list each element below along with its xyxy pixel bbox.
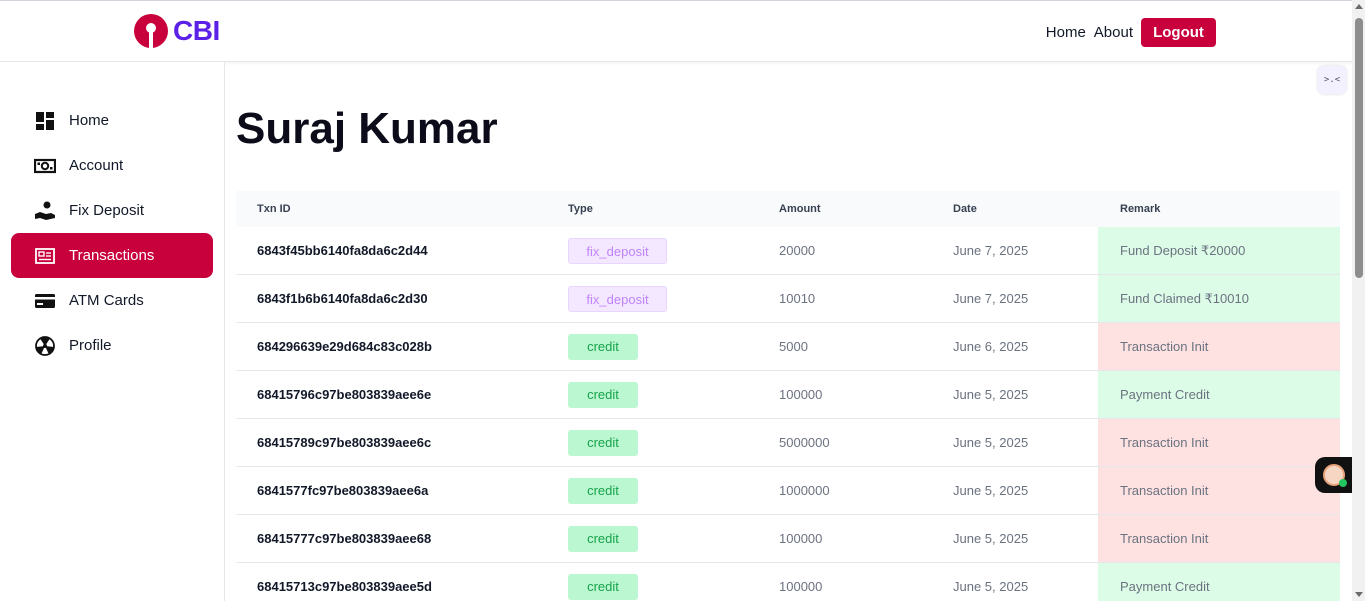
table-row: 68415713c97be803839aee5d credit 100000 J… xyxy=(236,563,1340,601)
column-header-remark: Remark xyxy=(1120,203,1161,215)
page-scrollbar[interactable] xyxy=(1352,0,1365,601)
table-row: 68415777c97be803839aee68 credit 100000 J… xyxy=(236,515,1340,563)
type-badge: credit xyxy=(568,477,638,504)
logout-button[interactable]: Logout xyxy=(1141,18,1216,47)
cbi-logo[interactable]: CBI xyxy=(134,14,220,48)
date-cell: June 7, 2025 xyxy=(953,243,1029,258)
sidebar: Home Account Fix Deposit Transactions AT… xyxy=(0,62,225,601)
scroll-down-arrow-icon[interactable] xyxy=(1355,592,1363,597)
credit-card-icon xyxy=(33,289,57,313)
top-navbar: CBI Home About Logout xyxy=(0,0,1352,62)
date-cell: June 5, 2025 xyxy=(953,483,1029,498)
date-cell: June 7, 2025 xyxy=(953,291,1029,306)
type-badge: fix_deposit xyxy=(568,237,667,264)
table-row: 68415796c97be803839aee6e credit 100000 J… xyxy=(236,371,1340,419)
sidebar-item-account[interactable]: Account xyxy=(11,143,213,188)
amount-cell: 10010 xyxy=(779,291,816,306)
type-badge: credit xyxy=(568,381,638,408)
transactions-table: Txn ID Type Amount Date Remark 6843f45bb… xyxy=(236,191,1340,601)
sidebar-item-label: Profile xyxy=(69,337,112,354)
amount-cell: 5000 xyxy=(779,339,808,354)
amount-cell: 1000000 xyxy=(779,483,830,498)
chat-widget-button[interactable] xyxy=(1315,457,1353,493)
sidebar-item-transactions[interactable]: Transactions xyxy=(11,233,213,278)
date-cell: June 5, 2025 xyxy=(953,531,1029,546)
sidebar-item-label: Fix Deposit xyxy=(69,202,145,219)
online-status-icon xyxy=(1339,479,1347,487)
dashboard-icon xyxy=(33,109,57,133)
remark-cell: Transaction Init xyxy=(1098,323,1340,370)
scrollbar-thumb[interactable] xyxy=(1355,18,1363,278)
remark-cell: Transaction Init xyxy=(1098,419,1340,466)
profile-icon xyxy=(33,334,57,358)
scroll-up-arrow-icon[interactable] xyxy=(1355,4,1363,9)
date-cell: June 6, 2025 xyxy=(953,339,1029,354)
remark-cell: Fund Claimed ₹10010 xyxy=(1098,275,1340,322)
table-row: 68415789c97be803839aee6c credit 5000000 … xyxy=(236,419,1340,467)
type-badge: credit xyxy=(568,525,638,552)
sidebar-item-atm-cards[interactable]: ATM Cards xyxy=(11,278,213,323)
receipt-icon xyxy=(33,244,57,268)
table-row: 684296639e29d684c83c028b credit 5000 Jun… xyxy=(236,323,1340,371)
amount-cell: 5000000 xyxy=(779,435,830,450)
hand-coin-icon xyxy=(33,199,57,223)
table-header: Txn ID Type Amount Date Remark xyxy=(236,191,1340,227)
date-cell: June 5, 2025 xyxy=(953,579,1029,594)
nav-about-link[interactable]: About xyxy=(1094,24,1133,41)
type-badge: fix_deposit xyxy=(568,285,667,312)
remark-cell: Fund Deposit ₹20000 xyxy=(1098,227,1340,274)
type-badge: credit xyxy=(568,573,638,600)
txn-id-cell: 6843f45bb6140fa8da6c2d44 xyxy=(257,243,428,258)
extension-toggle-button[interactable]: >.< xyxy=(1318,66,1346,94)
logo-text: CBI xyxy=(173,15,220,46)
bank-logo-icon xyxy=(134,14,168,48)
nav-home-link[interactable]: Home xyxy=(1046,24,1086,41)
remark-cell: Payment Credit xyxy=(1098,563,1340,601)
cash-icon xyxy=(33,154,57,178)
chat-avatar-icon xyxy=(1323,464,1347,487)
remark-cell: Transaction Init xyxy=(1098,515,1340,562)
date-cell: June 5, 2025 xyxy=(953,387,1029,402)
sidebar-item-label: Account xyxy=(69,157,124,174)
column-header-date: Date xyxy=(953,203,977,215)
sidebar-item-label: Home xyxy=(69,112,110,129)
type-badge: credit xyxy=(568,429,638,456)
sidebar-item-label: Transactions xyxy=(69,247,155,264)
amount-cell: 100000 xyxy=(779,531,823,546)
txn-id-cell: 68415789c97be803839aee6c xyxy=(257,435,432,450)
column-header-amount: Amount xyxy=(779,203,821,215)
table-row: 6841577fc97be803839aee6a credit 1000000 … xyxy=(236,467,1340,515)
remark-cell: Transaction Init xyxy=(1098,467,1340,514)
top-nav: Home About Logout xyxy=(1046,18,1216,47)
sidebar-item-profile[interactable]: Profile xyxy=(11,323,213,368)
remark-cell: Payment Credit xyxy=(1098,371,1340,418)
page-title: Suraj Kumar xyxy=(236,104,498,153)
amount-cell: 100000 xyxy=(779,387,823,402)
amount-cell: 20000 xyxy=(779,243,816,258)
sidebar-item-home[interactable]: Home xyxy=(11,98,213,143)
txn-id-cell: 68415777c97be803839aee68 xyxy=(257,531,432,546)
code-icon: >.< xyxy=(1323,75,1341,85)
txn-id-cell: 68415713c97be803839aee5d xyxy=(257,579,432,594)
column-header-type: Type xyxy=(568,203,593,215)
type-badge: credit xyxy=(568,333,638,360)
txn-id-cell: 6841577fc97be803839aee6a xyxy=(257,483,429,498)
table-row: 6843f45bb6140fa8da6c2d44 fix_deposit 200… xyxy=(236,227,1340,275)
date-cell: June 5, 2025 xyxy=(953,435,1029,450)
column-header-txn-id: Txn ID xyxy=(257,203,291,215)
sidebar-item-label: ATM Cards xyxy=(69,292,144,309)
sidebar-item-fix-deposit[interactable]: Fix Deposit xyxy=(11,188,213,233)
table-row: 6843f1b6b6140fa8da6c2d30 fix_deposit 100… xyxy=(236,275,1340,323)
txn-id-cell: 6843f1b6b6140fa8da6c2d30 xyxy=(257,291,428,306)
amount-cell: 100000 xyxy=(779,579,823,594)
txn-id-cell: 684296639e29d684c83c028b xyxy=(257,339,432,354)
txn-id-cell: 68415796c97be803839aee6e xyxy=(257,387,432,402)
